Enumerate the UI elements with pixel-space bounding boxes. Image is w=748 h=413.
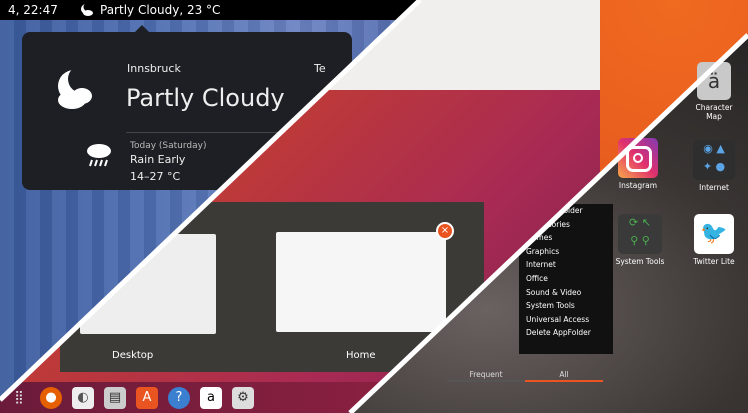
panel-dividers xyxy=(0,0,748,413)
